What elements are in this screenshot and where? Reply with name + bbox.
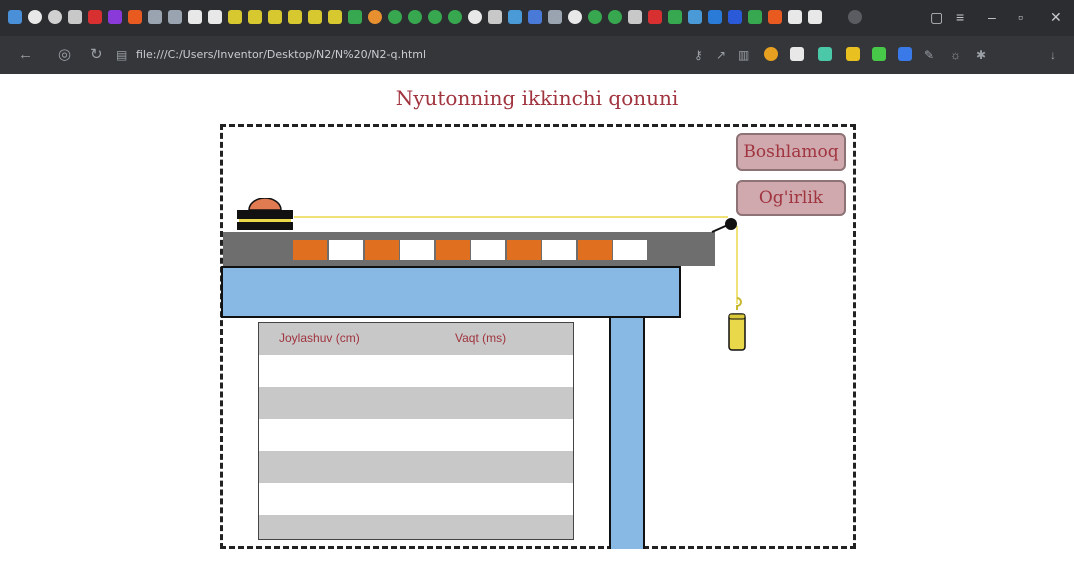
tab-favicon-icon[interactable] — [188, 10, 202, 24]
cart-dome — [248, 198, 282, 211]
tab-favicon-icon[interactable] — [108, 10, 122, 24]
page-title: Nyutonning ikkinchi qonuni — [395, 86, 679, 110]
track-segment-orange — [578, 240, 612, 260]
tab-favicon-icon[interactable] — [548, 10, 562, 24]
tab-favicon-icon[interactable] — [648, 10, 662, 24]
extension-icon[interactable] — [764, 47, 778, 61]
reader-icon[interactable]: ▥ — [738, 47, 749, 63]
column-header-time: Vaqt (ms) — [455, 331, 507, 345]
start-button[interactable]: Boshlamoq — [736, 133, 846, 171]
share-icon[interactable]: ↗ — [716, 47, 726, 63]
extension-icon[interactable] — [790, 47, 804, 61]
tab-favicon-icon[interactable] — [708, 10, 722, 24]
tab-favicon-icon[interactable] — [428, 10, 442, 24]
tab-favicon-icon[interactable] — [328, 10, 342, 24]
table-row — [259, 483, 573, 515]
tab-favicon-icon[interactable] — [468, 10, 482, 24]
file-icon: ▤ — [116, 48, 128, 62]
track-segment-white — [542, 240, 576, 260]
idea-icon[interactable]: ☼ — [950, 47, 961, 63]
measurements-table: Joylashuv (cm) Vaqt (ms) — [258, 322, 574, 540]
tab-favicon-icon[interactable] — [508, 10, 522, 24]
extension-icon[interactable] — [898, 47, 912, 61]
track-segment-white — [471, 240, 505, 260]
track-segment-orange — [365, 240, 399, 260]
tab-favicon-icon[interactable] — [228, 10, 242, 24]
download-icon[interactable]: ↓ — [1050, 47, 1056, 63]
extension-icon[interactable] — [872, 47, 886, 61]
tab-favicon-icon[interactable] — [348, 10, 362, 24]
extension-icon[interactable] — [818, 47, 832, 61]
tab-favicon-icon[interactable] — [308, 10, 322, 24]
tab-favicon-icon[interactable] — [148, 10, 162, 24]
cart-stripe — [239, 219, 291, 222]
pen-icon[interactable]: ✎ — [924, 47, 934, 63]
tab-favicon-icon[interactable] — [288, 10, 302, 24]
tab-favicon-icon[interactable] — [608, 10, 622, 24]
tab-favicon-icon[interactable] — [568, 10, 582, 24]
tab-favicon-icon[interactable] — [748, 10, 762, 24]
tab-favicon-icon[interactable] — [588, 10, 602, 24]
browser-tab-bar: ▢ ≡ – ▫ ✕ — [0, 0, 1074, 36]
track-segment-white — [329, 240, 363, 260]
tab-favicon-icon[interactable] — [68, 10, 82, 24]
key-icon[interactable]: ⚷ — [694, 47, 703, 63]
track-segment-orange — [507, 240, 541, 260]
minimize-icon[interactable]: – — [988, 9, 996, 25]
close-icon[interactable]: ✕ — [1050, 9, 1062, 25]
maximize-icon[interactable]: ▫ — [1018, 9, 1023, 25]
table-row — [259, 515, 573, 539]
table-row — [259, 419, 573, 451]
tab-favicon-icon[interactable] — [668, 10, 682, 24]
lab-table-top — [221, 266, 681, 318]
tab-favicon-icon[interactable] — [88, 10, 102, 24]
cart-body — [237, 210, 293, 219]
tab-favicon-icon[interactable] — [208, 10, 222, 24]
tab-favicon-icon[interactable] — [528, 10, 542, 24]
tab-favicon-icon[interactable] — [488, 10, 502, 24]
tab-favicon-icon[interactable] — [128, 10, 142, 24]
table-header-row: Joylashuv (cm) Vaqt (ms) — [259, 323, 573, 355]
tab-favicon-icon[interactable] — [408, 10, 422, 24]
tab-favicon-icon[interactable] — [628, 10, 642, 24]
weight-hook-icon — [736, 297, 742, 310]
shield-icon[interactable]: ◎ — [58, 47, 71, 63]
tab-list-icon[interactable]: ▢ — [930, 9, 943, 25]
hanging-weight[interactable] — [726, 296, 748, 354]
tab-favicon-icon[interactable] — [768, 10, 782, 24]
tab-favicon-icon[interactable] — [248, 10, 262, 24]
extensions-puzzle-icon[interactable]: ✱ — [976, 47, 986, 63]
tab-favicon-icon[interactable] — [728, 10, 742, 24]
tab-favicon-icon[interactable] — [368, 10, 382, 24]
menu-icon[interactable]: ≡ — [956, 9, 964, 25]
table-row — [259, 451, 573, 483]
tab-favicon-icon[interactable] — [688, 10, 702, 24]
back-icon[interactable]: ← — [18, 47, 33, 63]
track-segment-white — [613, 240, 647, 260]
track-segment-orange — [293, 240, 327, 260]
cart[interactable] — [236, 198, 294, 232]
tab-favicon-icon[interactable] — [808, 10, 822, 24]
weight-button[interactable]: Og'irlik — [736, 180, 846, 216]
column-header-position: Joylashuv (cm) — [279, 331, 360, 345]
tab-favicon-icon[interactable] — [168, 10, 182, 24]
table-row — [259, 355, 573, 387]
extension-icon[interactable] — [846, 47, 860, 61]
tab-favicon-icon[interactable] — [28, 10, 42, 24]
track-segment-white — [400, 240, 434, 260]
lab-table-leg — [609, 318, 645, 549]
cart-base — [237, 222, 293, 230]
tab-favicon-icon[interactable] — [8, 10, 22, 24]
weight-cap — [728, 313, 746, 320]
url-field[interactable]: file:///C:/Users/Inventor/Desktop/N2/N%2… — [136, 46, 676, 64]
tab-favicon-icon[interactable] — [268, 10, 282, 24]
tab-favicon-icon[interactable] — [448, 10, 462, 24]
new-tab-icon[interactable] — [848, 10, 862, 24]
reload-icon[interactable]: ↻ — [90, 47, 103, 63]
track-segment-orange — [436, 240, 470, 260]
table-row — [259, 387, 573, 419]
tab-favicon-icon[interactable] — [48, 10, 62, 24]
tab-favicon-icon[interactable] — [788, 10, 802, 24]
tab-favicon-icon[interactable] — [388, 10, 402, 24]
